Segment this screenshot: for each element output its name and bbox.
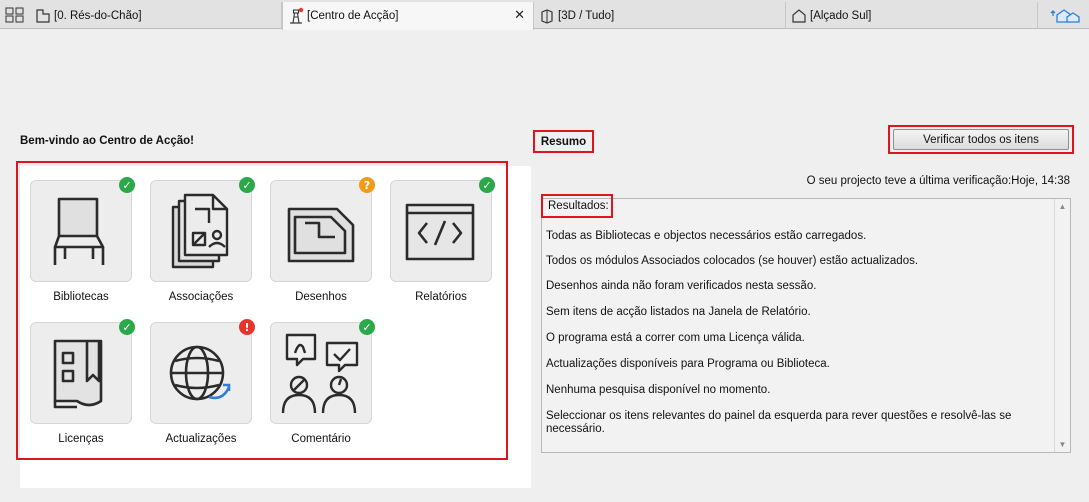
tile-label: Desenhos <box>295 291 347 303</box>
result-line: Todos os módulos Associados colocados (s… <box>546 255 919 267</box>
tile-label: Relatórios <box>415 291 467 303</box>
results-scrollbar[interactable]: ▲ ▼ <box>1054 199 1070 452</box>
results-heading: Resultados: <box>541 194 613 218</box>
tile-label: Comentário <box>291 433 351 445</box>
scroll-up-icon[interactable]: ▲ <box>1055 199 1070 214</box>
tile-hotlinks[interactable]: ✓ <box>150 177 255 282</box>
tile-label: Licenças <box>58 433 104 445</box>
tile-label: Actualizações <box>165 433 237 445</box>
floor-plan-icon <box>36 8 50 23</box>
status-ok-icon: ✓ <box>119 319 135 335</box>
welcome-heading: Bem-vindo ao Centro de Acção! <box>20 135 195 147</box>
tab-3d-view[interactable]: [3D / Tudo] <box>534 2 786 29</box>
tab-label: [Alçado Sul] <box>810 9 872 22</box>
result-line: Nenhuma pesquisa disponível no momento. <box>546 384 771 396</box>
status-ok-icon: ✓ <box>119 177 135 193</box>
scroll-down-icon[interactable]: ▼ <box>1055 437 1070 452</box>
feedback-people-icon <box>281 333 359 414</box>
tab-south-elevation[interactable]: [Alçado Sul] <box>786 2 1038 29</box>
status-ok-icon: ✓ <box>479 177 495 193</box>
result-line: Actualizações disponíveis para Programa … <box>546 358 830 370</box>
tab-bar: [0. Rés-do-Chão] [Centro de Acção] ✕ [3D… <box>0 0 1089 30</box>
tile-label: Associações <box>168 291 234 303</box>
3d-view-icon <box>541 8 553 24</box>
close-icon[interactable]: ✕ <box>514 7 525 23</box>
tile-updates[interactable]: ! <box>150 319 255 424</box>
drawing-icon <box>287 207 355 263</box>
globe-update-icon <box>169 345 231 401</box>
status-question-icon: ? <box>359 177 375 193</box>
tile-feedback[interactable]: ✓ <box>270 319 375 424</box>
results-box[interactable]: Resultados: Todas as Bibliotecas e objec… <box>541 194 1071 453</box>
tile-label: Bibliotecas <box>53 291 109 303</box>
tab-label: [Centro de Acção] <box>307 10 399 22</box>
tile-libraries[interactable]: ✓ <box>30 177 135 282</box>
result-line: Seleccionar os itens relevantes do paine… <box>546 410 1012 435</box>
grid-view-icon[interactable] <box>4 5 26 25</box>
status-error-icon: ! <box>239 319 255 335</box>
tab-floor-plan[interactable]: [0. Rés-do-Chão] <box>30 2 282 29</box>
lighthouse-icon <box>290 7 304 24</box>
result-line: Sem itens de acção listados na Janela de… <box>546 306 811 318</box>
summary-heading: Resumo <box>533 130 594 153</box>
result-line: O programa está a correr com uma Licença… <box>546 332 805 344</box>
tile-drawings[interactable]: ? <box>270 177 375 282</box>
tab-label: [3D / Tudo] <box>558 9 615 22</box>
tile-reports[interactable]: ✓ <box>390 177 495 282</box>
result-line: Todas as Bibliotecas e objectos necessár… <box>546 230 867 242</box>
chair-icon <box>53 197 105 265</box>
status-ok-icon: ✓ <box>239 177 255 193</box>
hotlinked-module-icon <box>171 193 229 269</box>
tab-label: [0. Rés-do-Chão] <box>54 9 142 22</box>
license-book-icon <box>53 339 103 409</box>
code-window-icon <box>405 203 475 261</box>
tile-licenses[interactable]: ✓ <box>30 319 135 424</box>
status-ok-icon: ✓ <box>359 319 375 335</box>
result-line: Desenhos ainda não foram verificados nes… <box>546 280 817 292</box>
tab-action-center[interactable]: [Centro de Acção] ✕ <box>282 2 534 30</box>
last-check-text: O seu projecto teve a última verificação… <box>806 175 1070 187</box>
navigator-icon[interactable] <box>1040 2 1089 29</box>
verify-all-button[interactable]: Verificar todos os itens <box>893 129 1069 150</box>
elevation-icon <box>792 8 806 23</box>
